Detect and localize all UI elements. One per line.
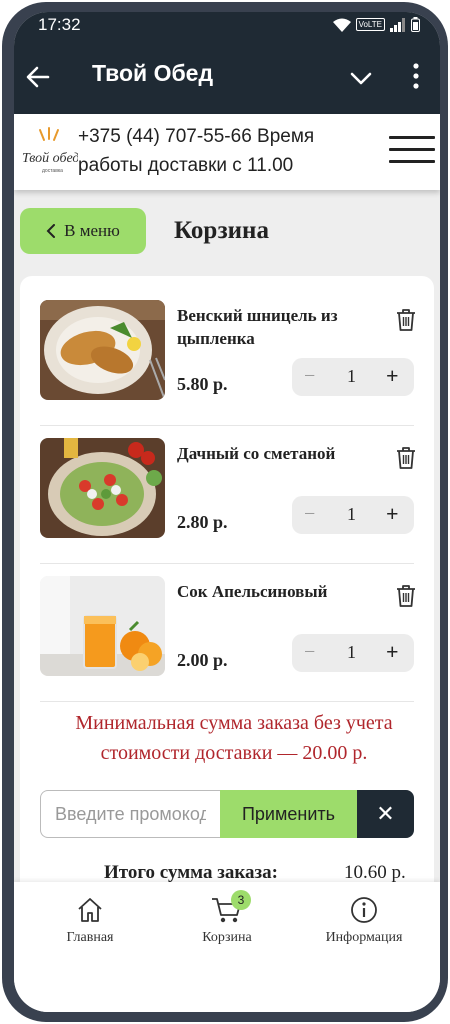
decrease-button[interactable]: − [304, 365, 315, 388]
svg-text:Твой обед: Твой обед [22, 151, 78, 166]
quantity-value: 1 [347, 642, 356, 662]
trash-icon[interactable] [395, 584, 417, 608]
trash-icon[interactable] [395, 308, 417, 332]
hamburger-menu-icon[interactable] [389, 136, 435, 166]
increase-button[interactable]: + [386, 639, 399, 665]
page-title: Корзина [174, 217, 269, 244]
status-icons: VoLTE [332, 17, 420, 32]
nav-home-label: Главная [66, 930, 114, 945]
info-icon [351, 897, 377, 923]
item-price: 5.80 р. [177, 374, 228, 394]
trash-icon[interactable] [395, 446, 417, 470]
nav-cart[interactable]: 3 Корзина [167, 890, 287, 946]
volte-badge: VoLTE [355, 18, 385, 31]
quantity-stepper: − 1 + [292, 496, 414, 534]
site-header: Твой обед доставка +375 (44) 707-55-66 В… [14, 114, 440, 190]
apply-promo-button[interactable]: Применить [220, 790, 357, 838]
nav-cart-label: Корзина [202, 930, 252, 945]
quantity-stepper: − 1 + [292, 358, 414, 396]
min-order-notice: Минимальная сумма заказа без учета стоим… [75, 712, 393, 764]
back-to-menu-button[interactable]: В меню [20, 208, 146, 254]
svg-text:доставка: доставка [42, 168, 63, 174]
increase-button[interactable]: + [386, 363, 399, 389]
decrease-button[interactable]: − [304, 641, 315, 664]
cart-count-badge: 3 [231, 890, 251, 910]
quantity-value: 1 [347, 366, 356, 386]
chevron-down-icon[interactable] [349, 66, 373, 90]
product-image-schnitzel[interactable] [40, 300, 165, 400]
quantity-value: 1 [347, 504, 356, 524]
nav-info[interactable]: Информация [304, 896, 424, 946]
order-total-value: 10.60 р. [344, 862, 406, 883]
item-price: 2.80 р. [177, 512, 228, 532]
status-time: 17:32 [38, 15, 81, 34]
promo-code-input[interactable] [40, 790, 220, 838]
increase-button[interactable]: + [386, 501, 399, 527]
phone-frame: 17:32 VoLTE Твой Обед Твой обед доставка [2, 2, 448, 1022]
app-title: Твой Обед [92, 60, 214, 86]
clear-promo-button[interactable]: ✕ [357, 790, 414, 838]
nav-info-label: Информация [325, 930, 403, 945]
contact-info[interactable]: +375 (44) 707-55-66 Время работы доставк… [78, 122, 348, 180]
quantity-stepper: − 1 + [292, 634, 414, 672]
more-vert-icon[interactable] [412, 62, 420, 90]
battery-icon [411, 17, 420, 32]
cart-card: Венский шницель из цыпленка 5.80 р. − 1 … [20, 276, 434, 916]
wifi-icon [332, 18, 351, 32]
home-icon [78, 898, 102, 922]
bottom-nav: Главная 3 Корзина Информация [14, 882, 440, 1012]
item-name: Венский шницель из цыпленка [177, 306, 338, 348]
cart-item: Сок Апельсиновый 2.00 р. − 1 + [40, 564, 417, 702]
promo-code-row: Применить ✕ [40, 790, 414, 838]
app-bar: Твой Обед [14, 38, 440, 114]
order-total-label: Итого сумма заказа: [104, 862, 278, 883]
product-image-salad[interactable] [40, 438, 165, 538]
decrease-button[interactable]: − [304, 503, 315, 526]
screen: 17:32 VoLTE Твой Обед Твой обед доставка [14, 12, 440, 1012]
nav-home[interactable]: Главная [30, 896, 150, 946]
item-price: 2.00 р. [177, 650, 228, 670]
item-name: Сок Апельсиновый [177, 582, 328, 601]
back-to-menu-label: В меню [64, 221, 120, 240]
brand-logo[interactable]: Твой обед доставка [20, 126, 79, 178]
back-arrow-icon[interactable] [24, 63, 52, 91]
cart-item: Дачный со сметаной 2.80 р. − 1 + [40, 426, 417, 564]
status-bar: 17:32 VoLTE [14, 12, 440, 38]
product-image-orange-juice[interactable] [40, 576, 165, 676]
cart-item: Венский шницель из цыпленка 5.80 р. − 1 … [40, 288, 417, 426]
item-name: Дачный со сметаной [177, 444, 336, 463]
signal-icon [390, 17, 405, 32]
chevron-left-icon [46, 224, 56, 238]
